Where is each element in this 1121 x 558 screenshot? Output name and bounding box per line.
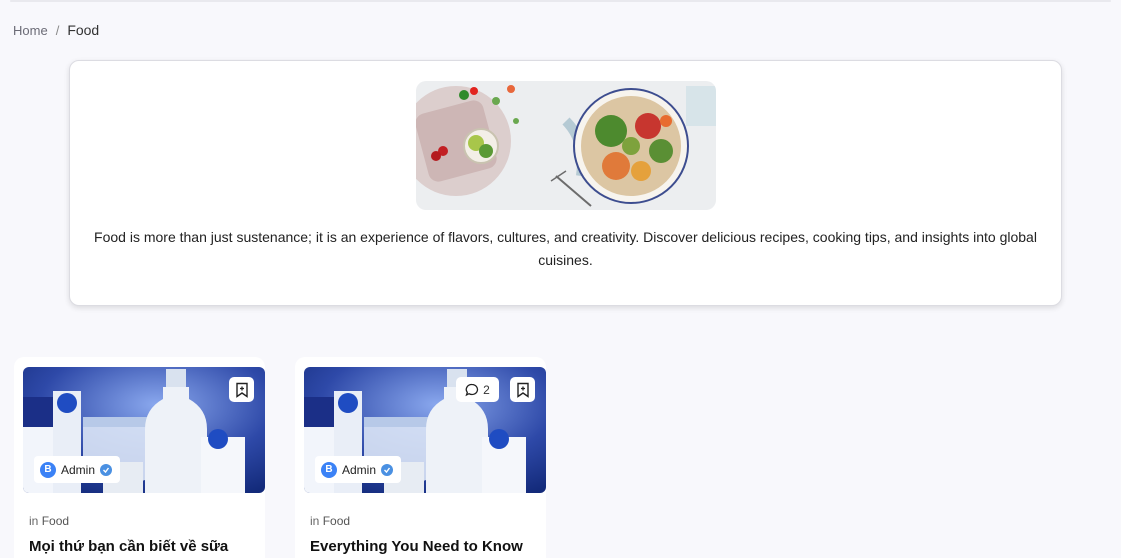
post-category: in Food	[310, 514, 350, 528]
post-thumbnail[interactable]: 2 B Admin	[304, 367, 546, 493]
breadcrumb-separator: /	[55, 22, 60, 38]
author-avatar: B	[321, 461, 337, 478]
post-card[interactable]: B Admin in Food Mọi thứ bạn cần biết về …	[14, 357, 265, 558]
category-link[interactable]: Food	[42, 514, 69, 528]
post-category: in Food	[29, 514, 69, 528]
author-badge[interactable]: B Admin	[34, 456, 121, 483]
category-description: Food is more than just sustenance; it is…	[94, 229, 1037, 268]
post-thumbnail[interactable]: B Admin	[23, 367, 265, 493]
author-name: Admin	[342, 462, 377, 477]
bookmark-icon	[516, 382, 529, 398]
bookmark-button[interactable]	[229, 377, 254, 402]
breadcrumb-current: Food	[67, 22, 100, 38]
bookmark-icon	[235, 382, 248, 398]
category-prefix: in	[310, 514, 320, 528]
category-prefix: in	[29, 514, 39, 528]
post-title[interactable]: Mọi thứ bạn cần biết về sữa	[29, 538, 228, 555]
comment-count: 2	[483, 382, 490, 397]
bookmark-button[interactable]	[510, 377, 535, 402]
verified-icon	[100, 463, 113, 476]
verified-icon	[381, 463, 394, 476]
author-badge[interactable]: B Admin	[315, 456, 402, 483]
top-divider	[10, 0, 1111, 2]
breadcrumb: Home / Food	[13, 22, 99, 38]
category-hero: Food is more than just sustenance; it is…	[69, 60, 1062, 306]
post-title[interactable]: Everything You Need to Know	[310, 538, 523, 555]
author-avatar: B	[40, 461, 56, 478]
post-card[interactable]: 2 B Admin in Food Everything You Need to…	[295, 357, 546, 558]
hero-image	[416, 81, 716, 210]
category-link[interactable]: Food	[323, 514, 350, 528]
breadcrumb-home[interactable]: Home	[13, 23, 48, 38]
comment-icon	[465, 383, 479, 396]
author-name: Admin	[61, 462, 96, 477]
comments-button[interactable]: 2	[456, 377, 499, 402]
